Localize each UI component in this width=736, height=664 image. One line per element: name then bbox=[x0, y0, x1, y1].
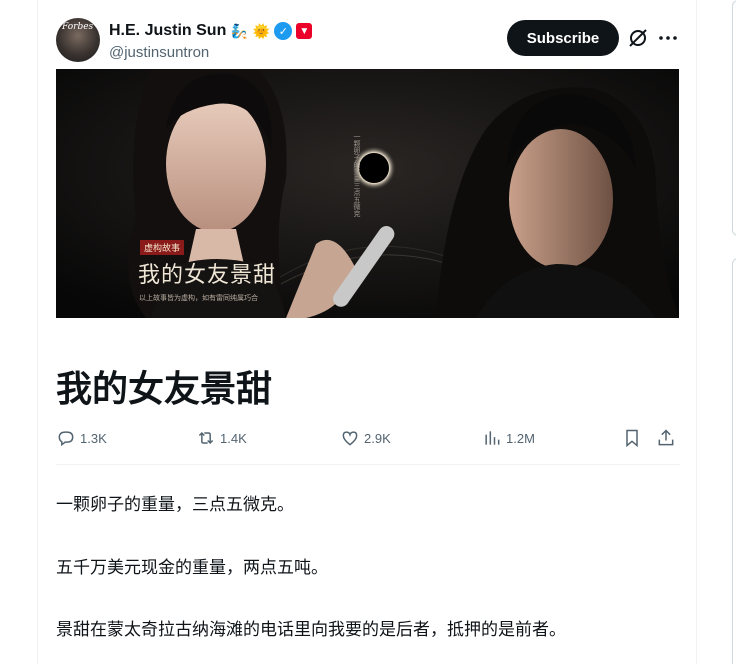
author-display-name[interactable]: H.E. Justin Sun bbox=[109, 22, 226, 40]
repost-button[interactable]: 1.4K bbox=[196, 426, 247, 450]
like-count: 2.9K bbox=[364, 430, 391, 446]
subscribe-button[interactable]: Subscribe bbox=[507, 20, 619, 56]
cover-title: 我的女友景甜 bbox=[138, 263, 277, 288]
reply-icon bbox=[58, 431, 74, 447]
share-button[interactable] bbox=[656, 426, 676, 450]
article-paragraph: 一颗卵子的重量，三点五微克。 bbox=[56, 495, 294, 515]
share-icon bbox=[658, 429, 674, 446]
post-header: Forbes H.E. Justin Sun 🧞 🌞 ✓ ▼ @justinsu… bbox=[56, 16, 680, 66]
grok-icon[interactable] bbox=[626, 26, 650, 50]
cover-subtitle: 以上故事皆为虚构，如有雷同纯属巧合 bbox=[139, 294, 258, 302]
article-cover-image[interactable]: 一颗卵子的重量三点五微克 虚构故事 我的女友景甜 以上故事皆为虚构，如有雷同纯属… bbox=[56, 69, 679, 318]
column-divider-left bbox=[37, 0, 38, 664]
author-handle[interactable]: @justinsuntron bbox=[109, 44, 209, 61]
like-button[interactable]: 2.9K bbox=[340, 426, 391, 450]
sidebar-card bbox=[732, 258, 736, 664]
divider bbox=[56, 464, 680, 465]
sidebar-card bbox=[732, 0, 736, 236]
verified-badge-icon[interactable]: ✓ bbox=[274, 22, 293, 40]
sun-emoji-icon: 🌞 bbox=[252, 23, 271, 39]
reply-count: 1.3K bbox=[80, 430, 107, 446]
views-icon bbox=[485, 431, 500, 445]
bookmark-button[interactable] bbox=[622, 426, 642, 450]
views-button[interactable]: 1.2M bbox=[482, 426, 535, 450]
more-icon[interactable] bbox=[656, 26, 680, 50]
avatar[interactable]: Forbes bbox=[56, 18, 100, 62]
column-divider-right bbox=[696, 0, 697, 664]
views-count: 1.2M bbox=[506, 430, 535, 446]
cover-tag: 虚构故事 bbox=[140, 240, 185, 255]
article-title: 我的女友景甜 bbox=[56, 369, 273, 410]
author-name-row: H.E. Justin Sun 🧞 🌞 ✓ ▼ bbox=[109, 22, 313, 40]
reply-button[interactable]: 1.3K bbox=[56, 426, 107, 450]
article-paragraph: 五千万美元现金的重量，两点五吨。 bbox=[56, 558, 328, 578]
tron-badge-icon[interactable]: ▼ bbox=[296, 23, 313, 39]
genie-emoji-icon: 🧞 bbox=[230, 23, 249, 39]
bookmark-icon bbox=[626, 429, 638, 448]
heart-icon bbox=[342, 431, 358, 446]
repost-count: 1.4K bbox=[220, 430, 247, 446]
avatar-label: Forbes bbox=[62, 22, 94, 32]
cover-vertical-text: 一颗卵子的重量三点五微克 bbox=[353, 133, 361, 217]
repost-icon bbox=[198, 431, 214, 445]
article-paragraph: 景甜在蒙太奇拉古纳海滩的电话里向我要的是后者，抵押的是前者。 bbox=[56, 620, 566, 640]
action-bar: 1.3K 1.4K 2.9K 1.2M bbox=[56, 426, 680, 450]
